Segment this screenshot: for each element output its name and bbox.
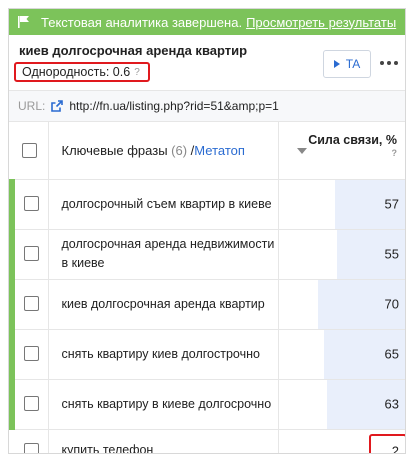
strength-cell: 70 bbox=[278, 279, 405, 330]
phrase-text: снять квартиру киев долгострочно bbox=[61, 346, 260, 361]
row-checkbox[interactable] bbox=[23, 346, 39, 362]
strength-column-header[interactable]: Сила связи, % ? bbox=[278, 122, 405, 180]
phrase-cell: снять квартиру киев долгострочно bbox=[48, 329, 279, 380]
table-row[interactable]: купить телефон 2 bbox=[9, 429, 405, 454]
select-all-checkbox[interactable] bbox=[22, 142, 38, 158]
analysis-panel: Текстовая аналитика завершена. Просмотре… bbox=[8, 8, 406, 454]
strength-help-icon[interactable]: ? bbox=[308, 148, 398, 158]
view-results-link[interactable]: Просмотреть результаты bbox=[246, 15, 396, 30]
query-header: киев долгосрочная аренда квартир Однород… bbox=[9, 35, 405, 91]
table-row[interactable]: снять квартиру в киеве долгосрочно 63 bbox=[9, 379, 405, 430]
row-checkbox[interactable] bbox=[23, 196, 39, 212]
phrases-column-title: Ключевые фразы bbox=[61, 142, 168, 158]
phrase-cell: долгосрочная аренда недвижимости в киеве bbox=[48, 229, 279, 280]
strength-cell: 63 bbox=[278, 379, 405, 430]
strength-cell: 57 bbox=[278, 179, 405, 230]
sort-desc-icon[interactable] bbox=[296, 148, 307, 154]
uniformity-indicator: Однородность: 0.6? bbox=[14, 62, 150, 82]
phrase-text: купить телефон bbox=[61, 443, 154, 454]
row-checkbox[interactable] bbox=[23, 396, 39, 412]
table-header: Ключевые фразы (6) /Метатоп Сила связи, … bbox=[12, 122, 405, 180]
table-row[interactable]: снять квартиру киев долгострочно 65 bbox=[9, 329, 405, 380]
strength-value: 57 bbox=[384, 196, 399, 212]
phrase-cell: снять квартиру в киеве долгосрочно bbox=[48, 379, 279, 430]
success-banner: Текстовая аналитика завершена. Просмотре… bbox=[9, 9, 405, 35]
strength-cell: 55 bbox=[278, 229, 405, 280]
table-row[interactable]: киев долгосрочная аренда квартир 70 bbox=[9, 279, 405, 330]
phrase-text: долгосрочный съем квартир в киеве bbox=[61, 196, 272, 211]
more-options-icon[interactable] bbox=[379, 53, 399, 73]
strength-value: 70 bbox=[384, 296, 399, 312]
uniformity-help-icon[interactable]: ? bbox=[134, 67, 140, 78]
strength-value: 63 bbox=[384, 396, 399, 412]
strength-cell: 65 bbox=[278, 329, 405, 380]
table-row[interactable]: долгосрочный съем квартир в киеве 57 bbox=[9, 179, 405, 230]
phrase-text: долгосрочная аренда недвижимости в киеве bbox=[61, 237, 275, 270]
url-label: URL: bbox=[18, 99, 46, 113]
play-icon bbox=[333, 60, 340, 68]
phrases-column-header: Ключевые фразы (6) /Метатоп bbox=[48, 122, 279, 180]
phrase-cell: долгосрочный съем квартир в киеве bbox=[48, 179, 279, 230]
row-checkbox[interactable] bbox=[23, 246, 39, 262]
strength-value: 2 bbox=[391, 443, 399, 454]
phrases-count: (6) bbox=[171, 142, 188, 158]
metatop-link[interactable]: Метатоп bbox=[194, 143, 245, 158]
ta-button-label: TA bbox=[345, 57, 361, 71]
query-title: киев долгосрочная аренда квартир bbox=[19, 43, 248, 58]
banner-message: Текстовая аналитика завершена. bbox=[41, 14, 243, 30]
phrase-text: снять квартиру в киеве долгосрочно bbox=[61, 396, 272, 411]
highlight-box bbox=[369, 433, 405, 453]
phrase-text: киев долгосрочная аренда квартир bbox=[61, 296, 265, 311]
url-row: URL: http://fn.ua/listing.php?rid=51&amp… bbox=[9, 91, 405, 122]
uniformity-text: Однородность: 0.6 bbox=[22, 65, 131, 79]
row-checkbox[interactable] bbox=[23, 296, 39, 312]
url-value[interactable]: http://fn.ua/listing.php?rid=51&amp;p=1 bbox=[69, 99, 278, 113]
flag-icon bbox=[18, 16, 29, 28]
external-link-icon[interactable] bbox=[51, 100, 64, 112]
ta-button[interactable]: TA bbox=[323, 50, 371, 78]
strength-value: 65 bbox=[384, 346, 399, 362]
strength-column-title: Сила связи, % bbox=[308, 133, 397, 147]
row-checkbox[interactable] bbox=[23, 442, 39, 453]
strength-cell: 2 bbox=[278, 429, 405, 454]
table-row[interactable]: долгосрочная аренда недвижимости в киеве… bbox=[9, 229, 405, 280]
phrase-cell: купить телефон bbox=[48, 429, 279, 454]
phrase-cell: киев долгосрочная аренда квартир bbox=[48, 279, 279, 330]
strength-value: 55 bbox=[384, 246, 399, 262]
phrases-table: Ключевые фразы (6) /Метатоп Сила связи, … bbox=[9, 122, 405, 454]
